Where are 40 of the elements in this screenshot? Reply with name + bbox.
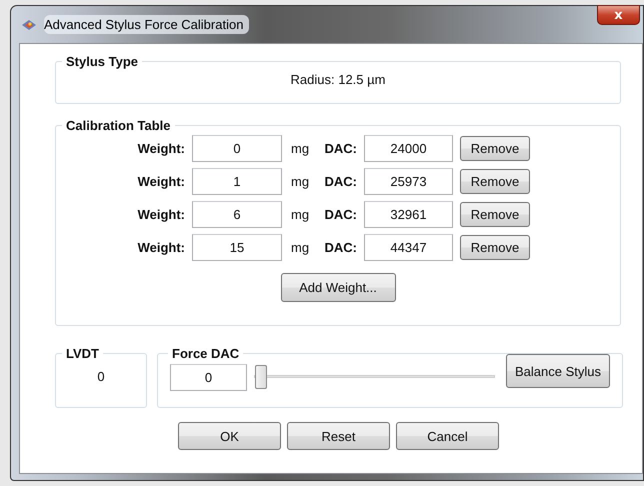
slider[interactable]	[254, 363, 495, 389]
dac-label: DAC:	[324, 207, 358, 222]
group-title: Force DAC	[171, 346, 240, 361]
input-field[interactable]: 44347	[364, 234, 453, 261]
remove-button[interactable]: Remove	[460, 169, 530, 194]
input-field[interactable]: 25973	[364, 168, 453, 195]
input-field[interactable]: 32961	[364, 201, 453, 228]
group-title: Stylus Type	[65, 54, 140, 69]
weight-label: Weight:	[136, 240, 186, 255]
input-field[interactable]: 6	[192, 201, 282, 228]
dialog-button[interactable]: Reset	[287, 422, 390, 450]
input-field[interactable]: 0	[170, 364, 247, 391]
input-field[interactable]: 15	[192, 234, 282, 261]
input-field[interactable]: 24000	[364, 135, 453, 162]
weight-label: Weight:	[136, 207, 186, 222]
input-field[interactable]: 1	[192, 168, 282, 195]
unit-label: mg	[290, 174, 310, 189]
close-button[interactable]: x	[597, 5, 640, 25]
dialog-button[interactable]: Cancel	[396, 422, 499, 450]
diamond-icon	[21, 18, 37, 30]
weight-label: Weight:	[136, 174, 186, 189]
remove-button[interactable]: Remove	[460, 202, 530, 227]
unit-label: mg	[290, 240, 310, 255]
group-title: Calibration Table	[65, 118, 172, 133]
unit-label: mg	[290, 207, 310, 222]
window-title: Advanced Stylus Force Calibration	[44, 15, 250, 34]
dac-label: DAC:	[324, 174, 358, 189]
weight-label: Weight:	[136, 141, 186, 156]
add-weight-button[interactable]: Add Weight...	[280, 273, 396, 302]
remove-button[interactable]: Remove	[460, 235, 530, 260]
radius-text: Radius: 12.5 µm	[290, 71, 386, 87]
dac-label: DAC:	[324, 141, 358, 156]
dialog-button[interactable]: OK	[178, 422, 281, 450]
lvdt-value: 0	[96, 368, 106, 384]
dac-label: DAC:	[324, 240, 358, 255]
balance-stylus-button[interactable]: Balance Stylus	[506, 354, 610, 388]
unit-label: mg	[290, 141, 310, 156]
remove-button[interactable]: Remove	[460, 136, 530, 161]
group-title: LVDT	[65, 346, 100, 361]
input-field[interactable]: 0	[192, 135, 282, 162]
